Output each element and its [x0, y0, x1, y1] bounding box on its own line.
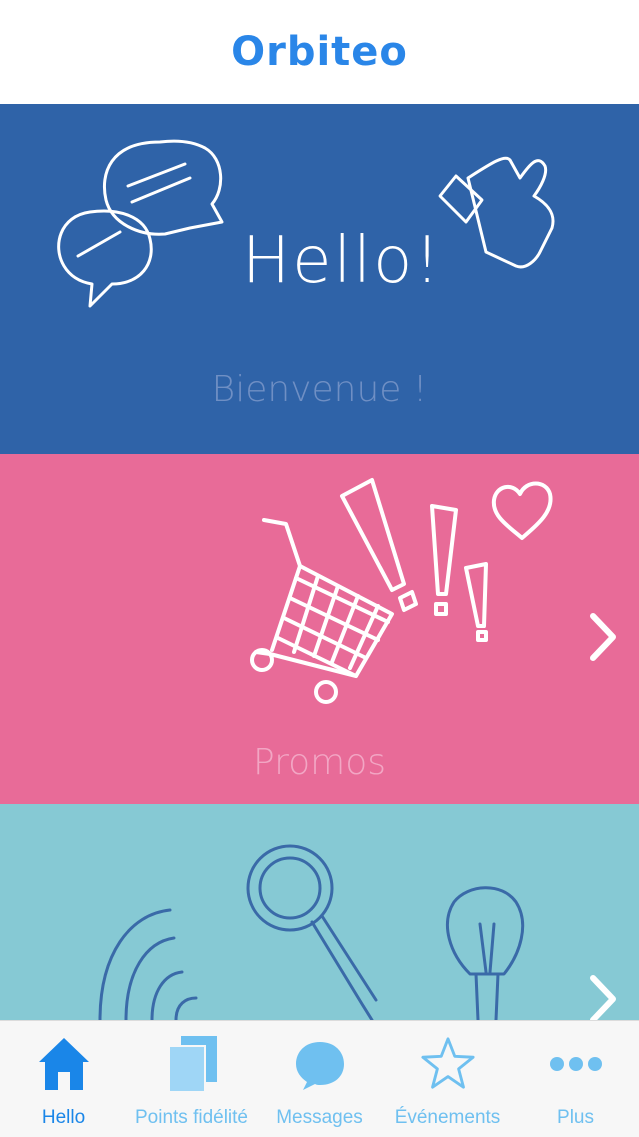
speech-bubble-small-icon [57, 209, 153, 308]
thumbs-up-icon [438, 156, 555, 269]
tab-points-fidelite[interactable]: Points fidélité [128, 1021, 255, 1137]
chevron-right-icon[interactable] [589, 612, 617, 662]
signal-waves-icon [98, 908, 198, 1020]
star-icon [420, 1033, 476, 1095]
panel-hello-label: Bienvenue ! [211, 369, 428, 410]
tab-evenements-label: Événements [394, 1107, 501, 1128]
cards-icon [164, 1033, 220, 1095]
tab-messages[interactable]: Messages [256, 1021, 383, 1137]
hello-headline: Hello! [242, 224, 442, 298]
chevron-right-icon[interactable] [589, 974, 617, 1020]
home-icon [36, 1033, 92, 1095]
lightbulb-icon [446, 886, 525, 1020]
tab-plus[interactable]: Plus [512, 1021, 639, 1137]
more-dots-icon [548, 1033, 604, 1095]
tab-bar: Hello Points fidélité Messages Événement… [0, 1020, 639, 1137]
tab-hello[interactable]: Hello [0, 1021, 127, 1137]
exclamation-marks-icon [340, 478, 488, 642]
heart-icon [491, 481, 553, 540]
speech-bubble-icon [292, 1033, 348, 1095]
panel-promos-label: Promos [253, 742, 386, 783]
tab-plus-label: Plus [557, 1107, 594, 1128]
tab-hello-label: Hello [41, 1107, 86, 1128]
app-header: Orbiteo [0, 0, 639, 104]
tab-evenements[interactable]: Événements [384, 1021, 511, 1137]
tab-points-fidelite-label: Points fidélité [134, 1107, 248, 1128]
panel-promos[interactable]: Promos [0, 454, 639, 804]
tab-messages-label: Messages [276, 1107, 363, 1128]
orbiteo-logo: Orbiteo [231, 29, 408, 75]
discover-illustration [98, 844, 525, 1020]
panel-discover[interactable] [0, 804, 639, 1020]
magnifier-icon [246, 844, 378, 1020]
panel-hello[interactable]: Hello! Bienvenue ! [0, 104, 639, 454]
